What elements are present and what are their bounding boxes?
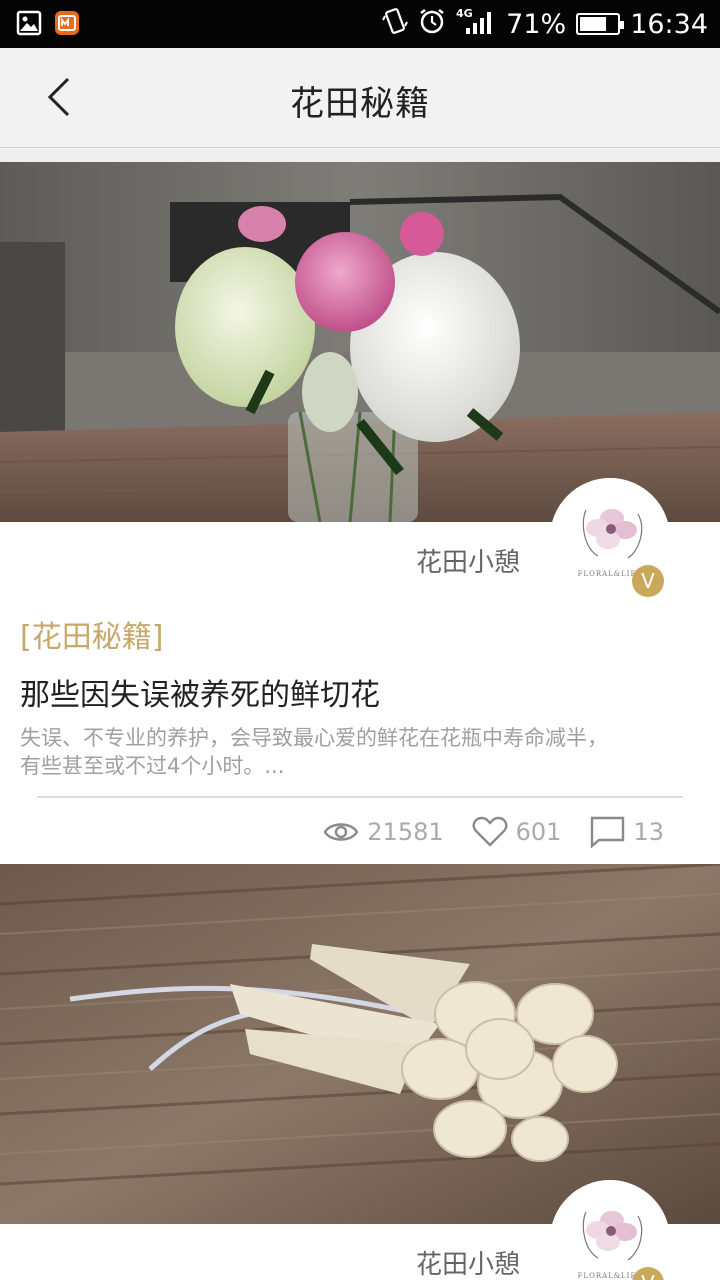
battery-fill [580, 17, 607, 31]
article-excerpt: 失误、不专业的养护，会导致最心爱的鲜花在花瓶中寿命减半，有些甚至或不过4个小时。… [20, 726, 608, 778]
author-name[interactable]: 花田小憩 [416, 1244, 520, 1280]
page-title: 花田秘籍 [290, 84, 430, 124]
likes-count: 601 [515, 818, 562, 846]
heart-icon[interactable] [472, 816, 508, 848]
network-type-label: 4G [456, 7, 473, 20]
status-bar: 4G 71% 16:34 [0, 0, 720, 48]
article-cover-image [0, 162, 720, 522]
article-card[interactable]: 花田小憩 FLORAL&LIFE V [0, 864, 720, 1280]
divider [37, 796, 683, 798]
app-header: 花田秘籍 [0, 48, 720, 148]
comment-icon[interactable] [589, 816, 625, 848]
likes-stat[interactable]: 601 [472, 816, 562, 848]
clock: 16:34 [630, 8, 708, 40]
signal-icon: 4G [456, 6, 496, 43]
views-count: 21581 [367, 818, 444, 846]
comments-count: 13 [633, 818, 664, 846]
article-card[interactable]: 花田小憩 FLORAL&LIFE V [花田秘籍] 那些因失误被养死的鲜切花 失… [0, 162, 720, 864]
app-notification-icon [54, 10, 80, 40]
alarm-icon [418, 7, 446, 42]
verified-badge: V [632, 565, 664, 597]
eye-icon [323, 823, 359, 841]
battery-icon [576, 13, 625, 35]
article-stats: 21581 601 13 [323, 812, 664, 852]
article-cover-image [0, 864, 720, 1224]
views-stat: 21581 [323, 818, 444, 846]
gallery-icon [16, 10, 42, 40]
author-name[interactable]: 花田小憩 [416, 542, 520, 579]
battery-percent: 71% [506, 8, 567, 40]
article-title[interactable]: 那些因失误被养死的鲜切花 [20, 670, 380, 714]
article-tag[interactable]: [花田秘籍] [20, 612, 163, 656]
vibrate-icon [382, 6, 409, 43]
comments-stat[interactable]: 13 [589, 816, 664, 848]
